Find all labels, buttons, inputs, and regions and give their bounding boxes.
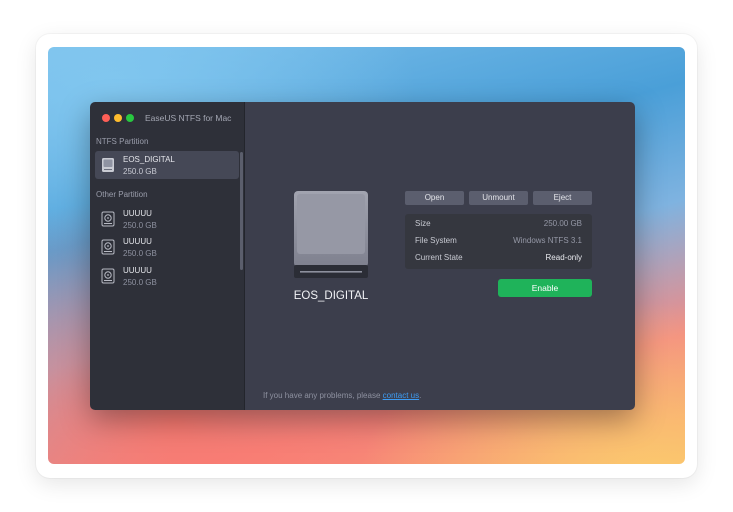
hard-drive-icon [101, 268, 115, 284]
info-value: Windows NTFS 3.1 [513, 236, 582, 245]
partition-item-eos-digital[interactable]: EOS_DIGITAL 250.0 GB [95, 151, 239, 179]
enable-button[interactable]: Enable [498, 279, 592, 297]
partition-name: EOS_DIGITAL [123, 155, 175, 164]
sidebar-scrollbar[interactable] [240, 152, 243, 270]
status-value: Read-only [545, 253, 582, 262]
info-row-current-state: Current State Read-only [405, 250, 592, 266]
partition-name: UUUUU [123, 266, 152, 275]
close-window-button[interactable] [102, 114, 110, 122]
sidebar: EaseUS NTFS for Mac NTFS Partition EOS_D… [90, 102, 245, 410]
info-key: Size [415, 219, 431, 228]
help-footer: If you have any problems, please contact… [263, 391, 421, 400]
zoom-window-button[interactable] [126, 114, 134, 122]
minimize-window-button[interactable] [114, 114, 122, 122]
partition-item-uuuuu-1[interactable]: UUUUU 250.0 GB [95, 205, 239, 233]
partition-size: 250.0 GB [123, 249, 157, 258]
unmount-button[interactable]: Unmount [469, 191, 528, 205]
partition-item-uuuuu-3[interactable]: UUUUU 250.0 GB [95, 262, 239, 290]
partition-size: 250.0 GB [123, 167, 157, 176]
other-partition-heading: Other Partition [96, 190, 148, 199]
partition-size: 250.0 GB [123, 221, 157, 230]
app-window: EaseUS NTFS for Mac NTFS Partition EOS_D… [90, 102, 635, 410]
help-text-end: . [419, 391, 422, 400]
info-row-file-system: File System Windows NTFS 3.1 [405, 233, 592, 249]
hard-drive-icon [101, 211, 115, 227]
hard-drive-icon [102, 158, 114, 172]
drive-name-label: EOS_DIGITAL [293, 290, 369, 302]
hard-drive-icon [101, 239, 115, 255]
info-value: 250.00 GB [543, 219, 582, 228]
ntfs-partition-heading: NTFS Partition [96, 137, 149, 146]
help-text: If you have any problems, please [263, 391, 383, 400]
partition-name: UUUUU [123, 209, 152, 218]
partition-item-uuuuu-2[interactable]: UUUUU 250.0 GB [95, 233, 239, 261]
info-key: File System [415, 236, 457, 245]
eject-button[interactable]: Eject [533, 191, 592, 205]
external-disk-icon [294, 191, 368, 278]
partition-size: 250.0 GB [123, 278, 157, 287]
contact-us-link[interactable]: contact us [383, 391, 419, 400]
info-row-size: Size 250.00 GB [405, 216, 592, 232]
open-button[interactable]: Open [405, 191, 464, 205]
partition-info-panel: Size 250.00 GB File System Windows NTFS … [405, 214, 592, 269]
info-key: Current State [415, 253, 463, 262]
window-title: EaseUS NTFS for Mac [145, 113, 232, 123]
partition-name: UUUUU [123, 237, 152, 246]
